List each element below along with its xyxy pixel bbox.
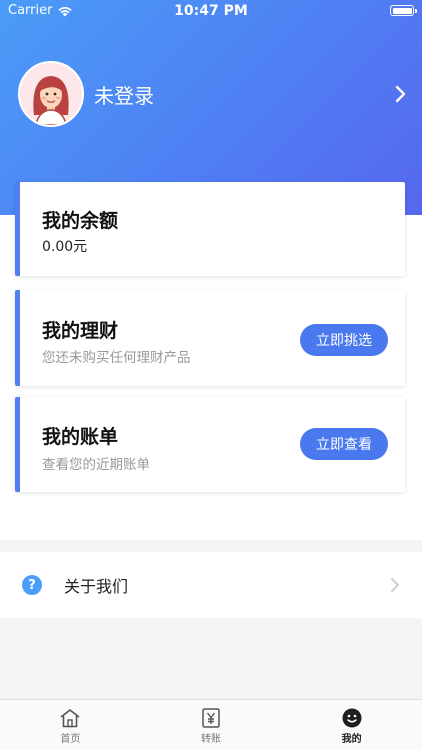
balance-title: 我的余额 xyxy=(42,210,119,232)
chevron-right-icon xyxy=(391,578,399,592)
bill-subtitle: 查看您的近期账单 xyxy=(42,457,150,473)
clock: 10:47 PM xyxy=(174,3,248,19)
section-divider xyxy=(0,540,422,552)
tab-transfer-label: 转账 xyxy=(201,734,221,745)
tab-mine-label: 我的 xyxy=(341,734,362,745)
home-icon xyxy=(60,709,80,728)
bill-card[interactable]: 我的账单 查看您的近期账单 立即查看 xyxy=(15,397,405,492)
avatar-woman-icon xyxy=(18,61,84,127)
tab-bar: 首页 转账 我的 xyxy=(0,699,422,750)
status-bar: Carrier 10:47 PM xyxy=(0,0,422,22)
about-us-label: 关于我们 xyxy=(64,577,129,596)
finance-title: 我的理财 xyxy=(42,320,119,342)
balance-value: 0.00元 xyxy=(42,239,88,255)
select-finance-button[interactable]: 立即挑选 xyxy=(300,324,388,356)
bill-title: 我的账单 xyxy=(42,426,119,448)
tab-transfer[interactable]: 转账 xyxy=(141,700,282,750)
finance-subtitle: 您还未购买任何理财产品 xyxy=(42,350,191,366)
finance-card[interactable]: 我的理财 您还未购买任何理财产品 立即挑选 xyxy=(15,290,405,386)
smiley-icon xyxy=(342,708,362,728)
battery-icon xyxy=(390,5,417,16)
yen-icon xyxy=(202,708,220,728)
balance-card[interactable]: 我的余额 0.00元 xyxy=(15,182,405,276)
login-row[interactable]: 未登录 xyxy=(18,61,413,127)
chevron-right-icon xyxy=(395,85,406,103)
tab-mine[interactable]: 我的 xyxy=(281,700,422,750)
login-status-label: 未登录 xyxy=(94,83,154,108)
tab-home-label: 首页 xyxy=(60,734,81,745)
question-icon: ? xyxy=(22,575,42,595)
tab-home[interactable]: 首页 xyxy=(0,700,141,750)
about-us-row[interactable]: ? 关于我们 xyxy=(0,552,422,618)
view-bill-button[interactable]: 立即查看 xyxy=(300,428,388,460)
